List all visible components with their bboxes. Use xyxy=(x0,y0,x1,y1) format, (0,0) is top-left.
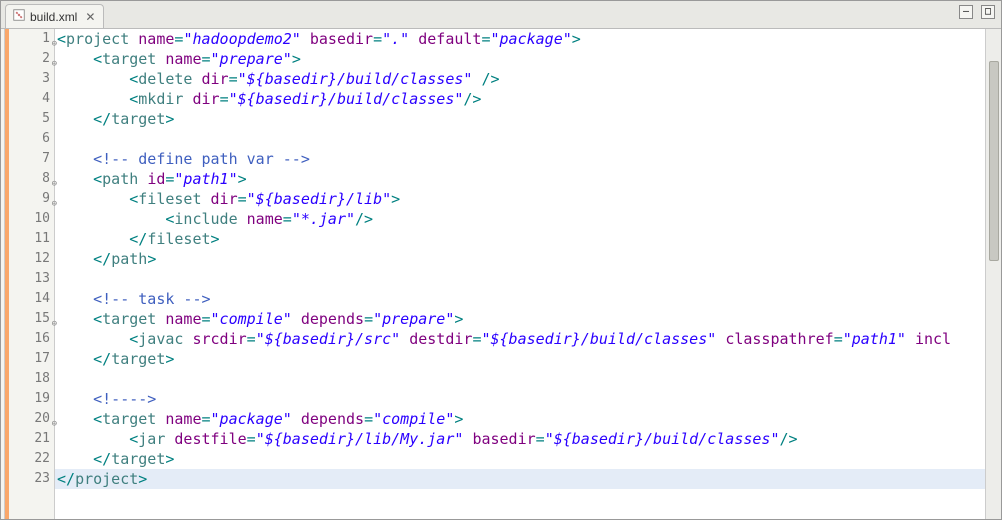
code-line[interactable]: <target name="package" depends="compile"… xyxy=(55,409,985,429)
gutter-line[interactable]: 6 xyxy=(9,129,54,149)
window-buttons: — □ xyxy=(959,5,995,19)
gutter-line[interactable]: 7 xyxy=(9,149,54,169)
gutter-line[interactable]: 17 xyxy=(9,349,54,369)
code-line[interactable]: </target> xyxy=(55,349,985,369)
gutter-line[interactable]: 20⊖ xyxy=(9,409,54,429)
gutter-line[interactable]: 14 xyxy=(9,289,54,309)
gutter-line[interactable]: 15⊖ xyxy=(9,309,54,329)
code-line[interactable]: <jar destfile="${basedir}/lib/My.jar" ba… xyxy=(55,429,985,449)
minimize-button[interactable]: — xyxy=(959,5,973,19)
editor-tab[interactable]: build.xml ✕ xyxy=(5,4,104,28)
gutter-line[interactable]: 16 xyxy=(9,329,54,349)
editor-window: build.xml ✕ — □ 1⊖2⊖345678⊖9⊖10111213141… xyxy=(0,0,1002,520)
editor-area: 1⊖2⊖345678⊖9⊖101112131415⊖1617181920⊖212… xyxy=(1,29,1001,519)
code-editor[interactable]: <project name="hadoopdemo2" basedir="." … xyxy=(55,29,985,519)
code-line[interactable] xyxy=(55,129,985,149)
gutter-line[interactable]: 10 xyxy=(9,209,54,229)
code-line[interactable]: <!----> xyxy=(55,389,985,409)
gutter-line[interactable]: 4 xyxy=(9,89,54,109)
code-line[interactable]: <!-- define path var --> xyxy=(55,149,985,169)
code-line[interactable]: <javac srcdir="${basedir}/src" destdir="… xyxy=(55,329,985,349)
ant-file-icon xyxy=(12,8,26,25)
gutter-line[interactable]: 2⊖ xyxy=(9,49,54,69)
tab-filename: build.xml xyxy=(30,10,77,24)
code-line[interactable]: <!-- task --> xyxy=(55,289,985,309)
gutter-line[interactable]: 13 xyxy=(9,269,54,289)
gutter-line[interactable]: 8⊖ xyxy=(9,169,54,189)
code-line[interactable]: <include name="*.jar"/> xyxy=(55,209,985,229)
code-line[interactable]: </path> xyxy=(55,249,985,269)
gutter-line[interactable]: 23 xyxy=(9,469,54,489)
code-line[interactable]: <fileset dir="${basedir}/lib"> xyxy=(55,189,985,209)
gutter-line[interactable]: 9⊖ xyxy=(9,189,54,209)
maximize-button[interactable]: □ xyxy=(981,5,995,19)
code-line[interactable]: <target name="prepare"> xyxy=(55,49,985,69)
code-line[interactable]: <project name="hadoopdemo2" basedir="." … xyxy=(55,29,985,49)
gutter-line[interactable]: 19 xyxy=(9,389,54,409)
code-line[interactable] xyxy=(55,269,985,289)
gutter-line[interactable]: 11 xyxy=(9,229,54,249)
gutter-line[interactable]: 21 xyxy=(9,429,54,449)
gutter-line[interactable]: 5 xyxy=(9,109,54,129)
code-line[interactable]: </target> xyxy=(55,449,985,469)
code-line[interactable]: </project> xyxy=(55,469,985,489)
vertical-scrollbar[interactable] xyxy=(985,29,1001,519)
tab-close-button[interactable]: ✕ xyxy=(85,10,95,24)
gutter-line[interactable]: 18 xyxy=(9,369,54,389)
gutter-line[interactable]: 22 xyxy=(9,449,54,469)
gutter-line[interactable]: 3 xyxy=(9,69,54,89)
code-line[interactable]: <mkdir dir="${basedir}/build/classes"/> xyxy=(55,89,985,109)
code-line[interactable]: <delete dir="${basedir}/build/classes" /… xyxy=(55,69,985,89)
scrollbar-thumb[interactable] xyxy=(989,61,999,261)
code-line[interactable]: </fileset> xyxy=(55,229,985,249)
gutter-line[interactable]: 1⊖ xyxy=(9,29,54,49)
editor-tabbar: build.xml ✕ — □ xyxy=(1,1,1001,29)
code-line[interactable] xyxy=(55,369,985,389)
code-line[interactable]: <path id="path1"> xyxy=(55,169,985,189)
gutter-line[interactable]: 12 xyxy=(9,249,54,269)
line-number-gutter[interactable]: 1⊖2⊖345678⊖9⊖101112131415⊖1617181920⊖212… xyxy=(9,29,55,519)
code-line[interactable]: <target name="compile" depends="prepare"… xyxy=(55,309,985,329)
code-line[interactable]: </target> xyxy=(55,109,985,129)
